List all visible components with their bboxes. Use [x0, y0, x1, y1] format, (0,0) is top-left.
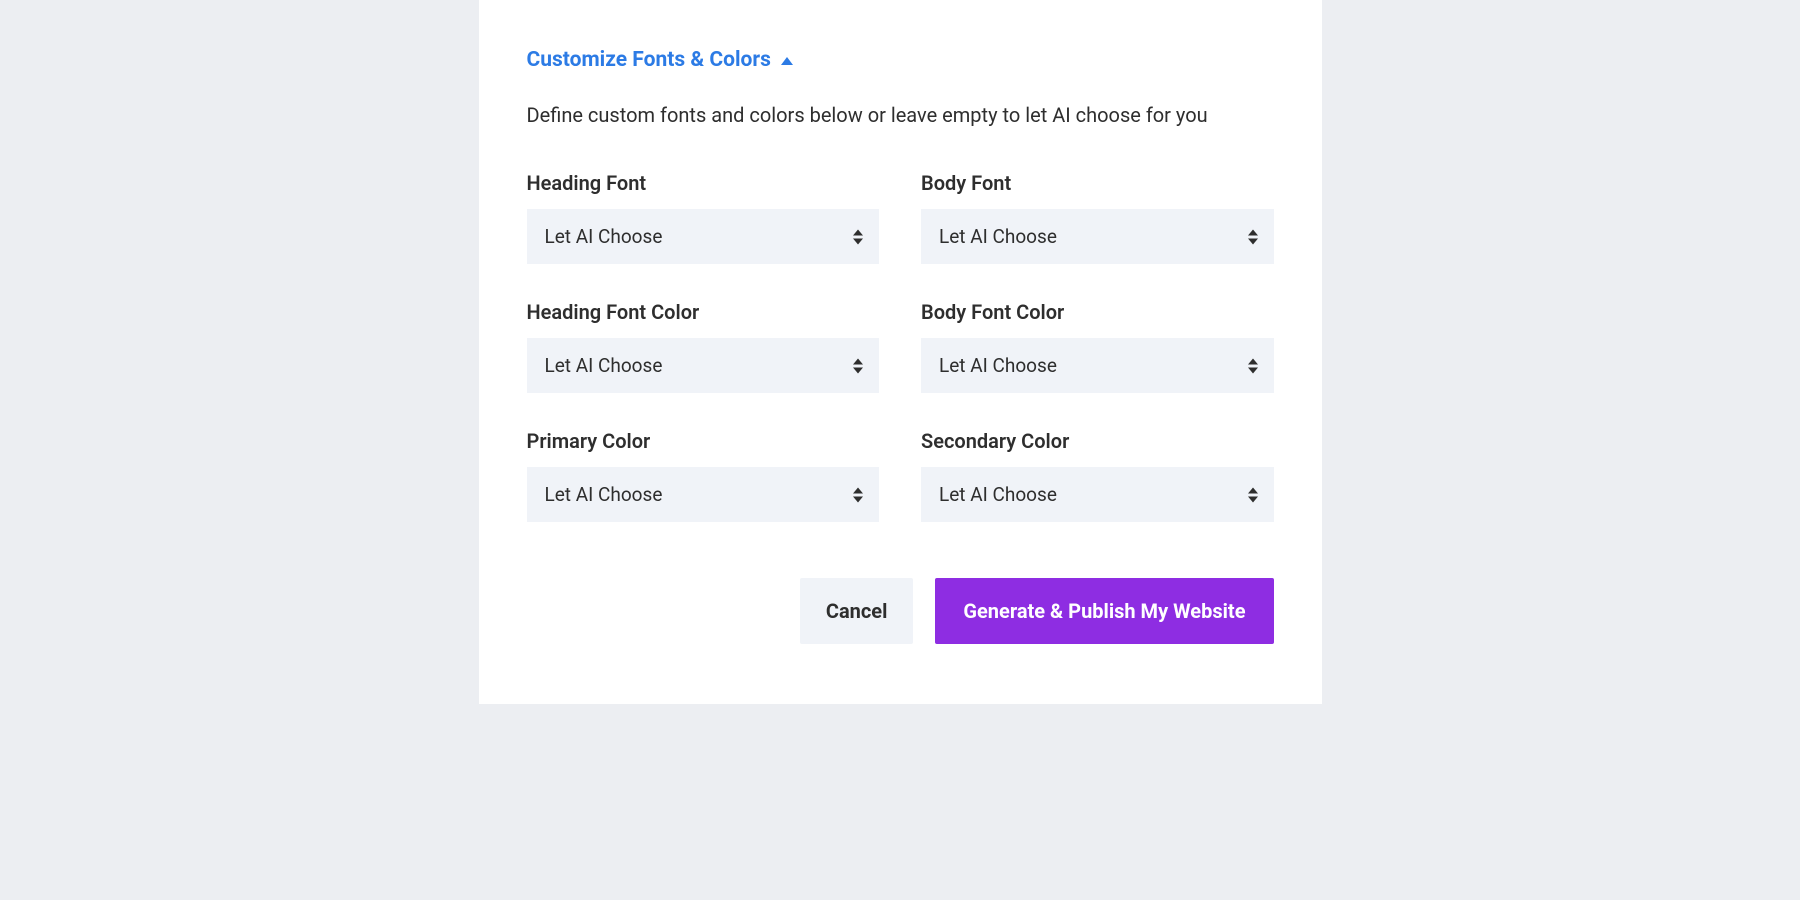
heading-font-label: Heading Font [527, 171, 880, 195]
heading-font-value: Let AI Choose [545, 225, 663, 248]
body-font-color-value: Let AI Choose [939, 354, 1057, 377]
heading-font-field: Heading Font Let AI Choose [527, 171, 880, 264]
select-arrows-icon [853, 229, 863, 244]
section-description: Define custom fonts and colors below or … [527, 100, 1247, 131]
select-arrows-icon [1248, 487, 1258, 502]
caret-up-icon [781, 57, 793, 65]
primary-color-value: Let AI Choose [545, 483, 663, 506]
select-arrows-icon [853, 358, 863, 373]
select-arrows-icon [853, 487, 863, 502]
cancel-button[interactable]: Cancel [800, 578, 914, 644]
heading-font-color-label: Heading Font Color [527, 300, 880, 324]
heading-font-select[interactable]: Let AI Choose [527, 209, 880, 264]
heading-font-color-value: Let AI Choose [545, 354, 663, 377]
customize-panel: Customize Fonts & Colors Define custom f… [479, 0, 1322, 704]
select-arrows-icon [1248, 229, 1258, 244]
secondary-color-field: Secondary Color Let AI Choose [921, 429, 1274, 522]
section-toggle[interactable]: Customize Fonts & Colors [527, 48, 1274, 72]
body-font-field: Body Font Let AI Choose [921, 171, 1274, 264]
generate-publish-button[interactable]: Generate & Publish My Website [935, 578, 1273, 644]
action-bar: Cancel Generate & Publish My Website [527, 578, 1274, 644]
primary-color-label: Primary Color [527, 429, 880, 453]
body-font-color-select[interactable]: Let AI Choose [921, 338, 1274, 393]
secondary-color-select[interactable]: Let AI Choose [921, 467, 1274, 522]
secondary-color-label: Secondary Color [921, 429, 1274, 453]
select-arrows-icon [1248, 358, 1258, 373]
primary-color-select[interactable]: Let AI Choose [527, 467, 880, 522]
body-font-label: Body Font [921, 171, 1274, 195]
primary-color-field: Primary Color Let AI Choose [527, 429, 880, 522]
body-font-color-field: Body Font Color Let AI Choose [921, 300, 1274, 393]
body-font-select[interactable]: Let AI Choose [921, 209, 1274, 264]
fields-grid: Heading Font Let AI Choose Body Font Let… [527, 171, 1274, 522]
body-font-color-label: Body Font Color [921, 300, 1274, 324]
secondary-color-value: Let AI Choose [939, 483, 1057, 506]
heading-font-color-field: Heading Font Color Let AI Choose [527, 300, 880, 393]
heading-font-color-select[interactable]: Let AI Choose [527, 338, 880, 393]
body-font-value: Let AI Choose [939, 225, 1057, 248]
section-title: Customize Fonts & Colors [527, 48, 771, 72]
